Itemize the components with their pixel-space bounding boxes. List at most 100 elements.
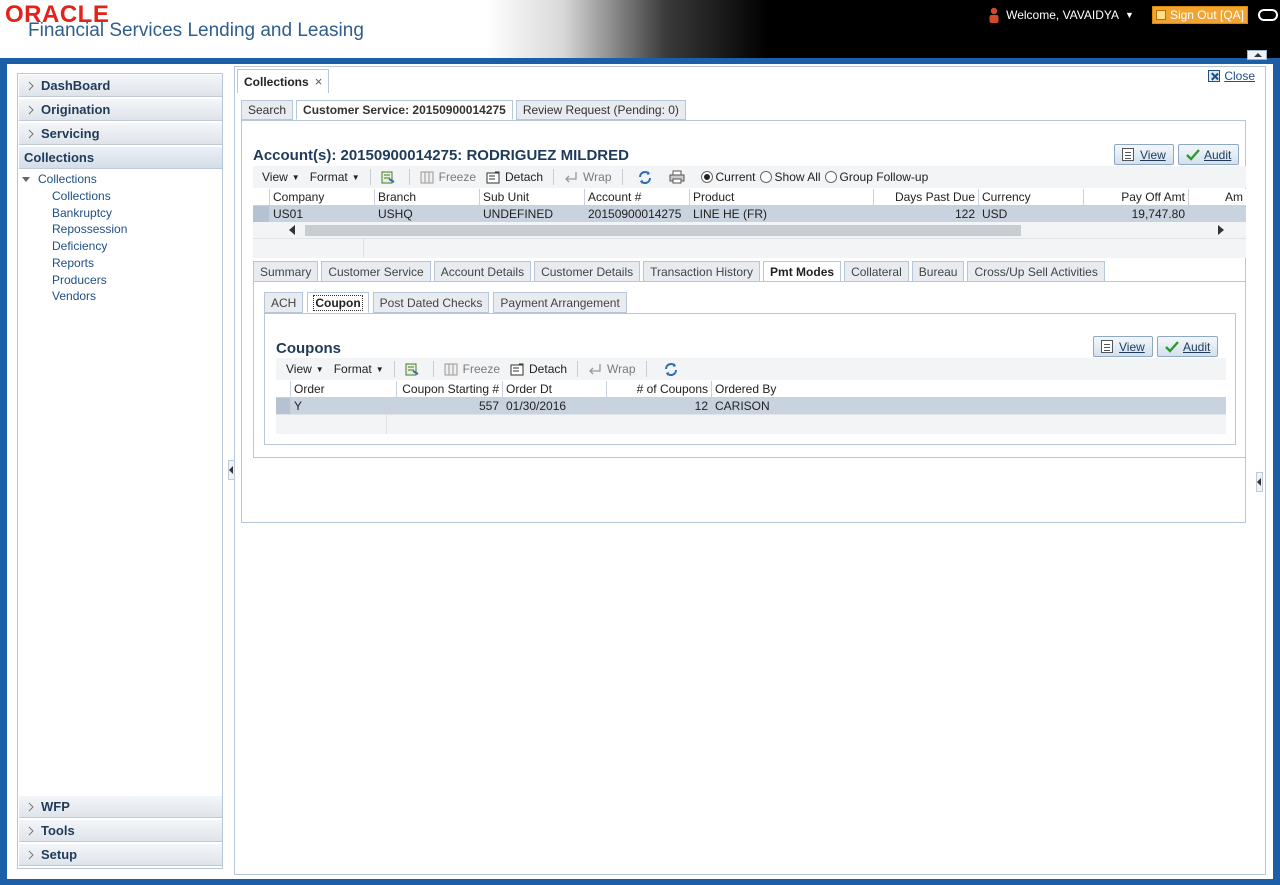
tab-payment-arrangement[interactable]: Payment Arrangement (493, 292, 627, 313)
sidebar-item-tools[interactable]: Tools (19, 820, 222, 842)
tab-coupon[interactable]: Coupon (307, 292, 369, 313)
tab-customer-service-detail[interactable]: Customer Service (321, 261, 431, 282)
radio-show-all[interactable]: Show All (759, 170, 821, 184)
tab-customer-details[interactable]: Customer Details (534, 261, 641, 282)
tab-summary[interactable]: Summary (253, 261, 319, 282)
tab-collections[interactable]: Collections × (237, 69, 330, 93)
view-button[interactable]: View (1114, 144, 1174, 165)
tree-item-vendors[interactable]: Vendors (52, 289, 96, 303)
collapse-right-panel-handle[interactable] (1256, 472, 1263, 492)
tree-item-collections[interactable]: Collections (52, 189, 111, 203)
tab-ach[interactable]: ACH (264, 292, 304, 313)
chevron-down-icon[interactable]: ▼ (1125, 10, 1134, 20)
tab-review-request[interactable]: Review Request (Pending: 0) (515, 100, 686, 120)
tree-item-repossession[interactable]: Repossession (52, 222, 127, 236)
tree-item-producers[interactable]: Producers (52, 273, 107, 287)
toolbar-separator (369, 169, 371, 185)
coupon-view-button[interactable]: View (1093, 336, 1153, 357)
col-pay-off-amt[interactable]: Pay Off Amt (1084, 189, 1189, 205)
tree-root-collections[interactable]: Collections (22, 172, 97, 186)
col-company[interactable]: Company (270, 189, 375, 205)
cell-currency: USD (979, 206, 1084, 222)
welcome-user[interactable]: Welcome, VAVAIDYA (1006, 8, 1119, 22)
scroll-right-icon[interactable] (1218, 225, 1224, 235)
row-selector[interactable] (253, 206, 270, 222)
col-days-past-due[interactable]: Days Past Due (874, 189, 979, 205)
table-row[interactable]: Y 557 01/30/2016 12 CARISON (276, 398, 1226, 414)
sign-out-button[interactable]: Sign Out [QA] (1151, 6, 1248, 24)
detach-label: Detach (505, 170, 544, 184)
cell-amount-truncated (1189, 206, 1246, 222)
wrap-button[interactable]: Wrap (564, 170, 612, 184)
sidebar-item-collections[interactable]: Collections (19, 147, 222, 169)
coupon-freeze-button[interactable]: Freeze (444, 362, 500, 376)
tab-search[interactable]: Search (241, 100, 294, 120)
wrap-icon (565, 171, 577, 182)
col-coupon-starting[interactable]: Coupon Starting # (397, 381, 503, 397)
format-menu[interactable]: Format ▼ (310, 170, 360, 184)
view-menu-label: View (286, 362, 312, 376)
sidebar-item-origination[interactable]: Origination (19, 99, 222, 121)
col-currency[interactable]: Currency (979, 189, 1084, 205)
chevron-down-icon: ▼ (375, 364, 384, 374)
sidebar-item-label: WFP (41, 799, 70, 814)
tab-collateral[interactable]: Collateral (844, 261, 909, 282)
table-row[interactable]: US01 USHQ UNDEFINED 20150900014275 LINE … (253, 206, 1246, 222)
tab-post-dated-checks[interactable]: Post Dated Checks (372, 292, 490, 313)
col-product[interactable]: Product (690, 189, 874, 205)
account-title: Account(s): 20150900014275: RODRIGUEZ MI… (253, 147, 629, 164)
sidebar-item-wfp[interactable]: WFP (19, 796, 222, 818)
tab-pmt-modes[interactable]: Pmt Modes (763, 261, 842, 282)
freeze-icon (444, 363, 458, 375)
col-ordered-by[interactable]: Ordered By (712, 381, 1226, 397)
lock-icon (1155, 10, 1166, 20)
freeze-button[interactable]: Freeze (420, 170, 476, 184)
tab-account-details[interactable]: Account Details (433, 261, 532, 282)
sidebar-item-setup[interactable]: Setup (19, 844, 222, 866)
coupon-wrap-button[interactable]: Wrap (588, 362, 636, 376)
radio-group-follow-up[interactable]: Group Follow-up (824, 170, 928, 184)
close-link[interactable]: Close (1208, 69, 1255, 83)
radio-current[interactable]: Current (700, 170, 756, 184)
tree-item-reports[interactable]: Reports (52, 256, 94, 270)
expand-triangle-icon[interactable] (22, 176, 30, 182)
tree-item-deficiency[interactable]: Deficiency (52, 239, 107, 253)
audit-button[interactable]: Audit (1178, 144, 1240, 165)
scrollbar-thumb[interactable] (305, 225, 1021, 236)
export-icon[interactable] (405, 363, 419, 376)
tab-customer-service[interactable]: Customer Service: 20150900014275 (296, 100, 513, 120)
coupon-detach-button[interactable]: Detach (510, 362, 567, 376)
print-icon[interactable] (669, 170, 685, 184)
coupon-view-menu[interactable]: View ▼ (286, 362, 324, 376)
chevron-right-icon (28, 129, 34, 139)
col-num-coupons[interactable]: # of Coupons (607, 381, 712, 397)
tree-item-bankruptcy[interactable]: Bankruptcy (52, 206, 112, 220)
customer-service-panel: Account(s): 20150900014275: RODRIGUEZ MI… (241, 120, 1246, 523)
horizontal-scrollbar[interactable] (253, 222, 1246, 238)
refresh-icon[interactable] (637, 170, 653, 185)
refresh-icon[interactable] (663, 362, 679, 377)
col-amount-truncated[interactable]: Am (1189, 189, 1246, 205)
col-account-number[interactable]: Account # (585, 189, 690, 205)
sidebar-item-dashboard[interactable]: DashBoard (19, 75, 222, 97)
toolbar-separator (577, 361, 579, 377)
row-selector[interactable] (276, 398, 291, 414)
tab-transaction-history[interactable]: Transaction History (643, 261, 761, 282)
view-menu[interactable]: View ▼ (262, 170, 300, 184)
coupon-audit-button[interactable]: Audit (1157, 336, 1219, 357)
col-order-dt[interactable]: Order Dt (503, 381, 607, 397)
col-branch[interactable]: Branch (375, 189, 480, 205)
export-icon[interactable] (381, 171, 395, 184)
tab-bureau[interactable]: Bureau (911, 261, 965, 282)
coupon-format-menu[interactable]: Format ▼ (334, 362, 384, 376)
sidebar-item-servicing[interactable]: Servicing (19, 123, 222, 145)
header-user-area: Welcome, VAVAIDYA ▼ Sign Out [QA] (988, 0, 1280, 30)
scroll-left-icon[interactable] (289, 225, 295, 235)
close-tab-icon[interactable]: × (315, 74, 323, 89)
detach-button[interactable]: Detach (486, 170, 543, 184)
collections-subtabs: Search Customer Service: 20150900014275 … (241, 100, 689, 120)
col-order[interactable]: Order (291, 381, 397, 397)
scroll-up-button[interactable] (1247, 50, 1267, 60)
tab-cross-up-sell[interactable]: Cross/Up Sell Activities (967, 261, 1105, 282)
col-sub-unit[interactable]: Sub Unit (480, 189, 585, 205)
